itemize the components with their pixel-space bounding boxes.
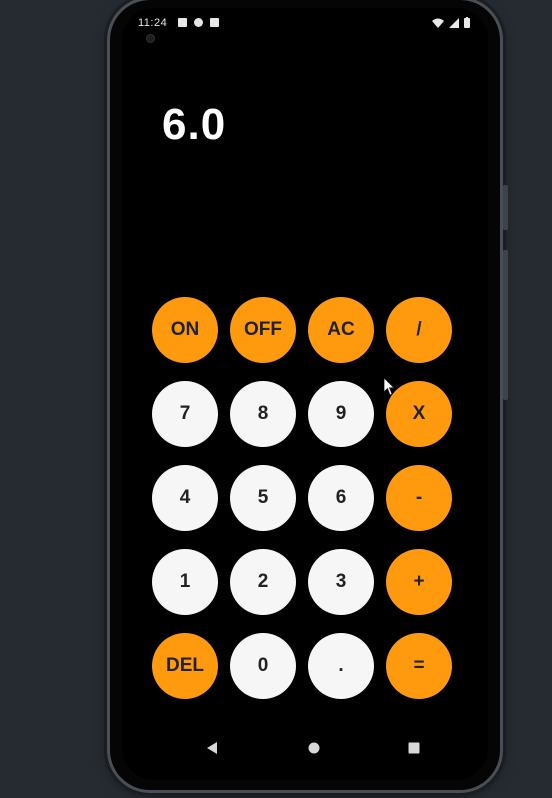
key-2-button[interactable]: 2	[230, 549, 296, 615]
sd-card-icon	[210, 18, 219, 27]
status-time: 11:24	[138, 17, 168, 29]
key-6-button[interactable]: 6	[308, 465, 374, 531]
front-camera	[146, 34, 155, 43]
back-icon[interactable]	[202, 740, 222, 756]
key-equals-button[interactable]: =	[386, 633, 452, 699]
status-bar: 11:24	[122, 8, 488, 43]
navigation-bar	[122, 736, 488, 760]
key-divide-button[interactable]: /	[386, 297, 452, 363]
sync-icon	[194, 18, 203, 27]
home-icon[interactable]	[304, 740, 324, 756]
key-ac-button[interactable]: AC	[308, 297, 374, 363]
key-minus-button[interactable]: -	[386, 465, 452, 531]
key-plus-button[interactable]: +	[386, 549, 452, 615]
key-9-button[interactable]: 9	[308, 381, 374, 447]
key-dot-button[interactable]: .	[308, 633, 374, 699]
notification-icon	[178, 18, 187, 27]
status-icons-left	[178, 18, 219, 27]
calculator-display: 6.0	[162, 100, 227, 149]
signal-icon	[449, 17, 459, 28]
key-7-button[interactable]: 7	[152, 381, 218, 447]
key-4-button[interactable]: 4	[152, 465, 218, 531]
key-del-button[interactable]: DEL	[152, 633, 218, 699]
battery-icon	[464, 17, 470, 28]
desktop-background: 11:24 6.0 ON OFF AC / 7 8 9 X 4 5 6 - 1 …	[0, 0, 552, 798]
recents-icon[interactable]	[404, 740, 424, 756]
wifi-icon	[432, 18, 444, 28]
volume-button[interactable]	[503, 185, 508, 230]
key-8-button[interactable]: 8	[230, 381, 296, 447]
mouse-cursor-icon	[384, 378, 395, 396]
phone-frame: 11:24 6.0 ON OFF AC / 7 8 9 X 4 5 6 - 1 …	[110, 0, 508, 790]
key-5-button[interactable]: 5	[230, 465, 296, 531]
key-off-button[interactable]: OFF	[230, 297, 296, 363]
phone-screen: 11:24 6.0 ON OFF AC / 7 8 9 X 4 5 6 - 1 …	[122, 8, 488, 780]
key-1-button[interactable]: 1	[152, 549, 218, 615]
key-3-button[interactable]: 3	[308, 549, 374, 615]
power-button[interactable]	[503, 250, 508, 400]
key-on-button[interactable]: ON	[152, 297, 218, 363]
key-0-button[interactable]: 0	[230, 633, 296, 699]
status-icons-right	[432, 17, 470, 28]
